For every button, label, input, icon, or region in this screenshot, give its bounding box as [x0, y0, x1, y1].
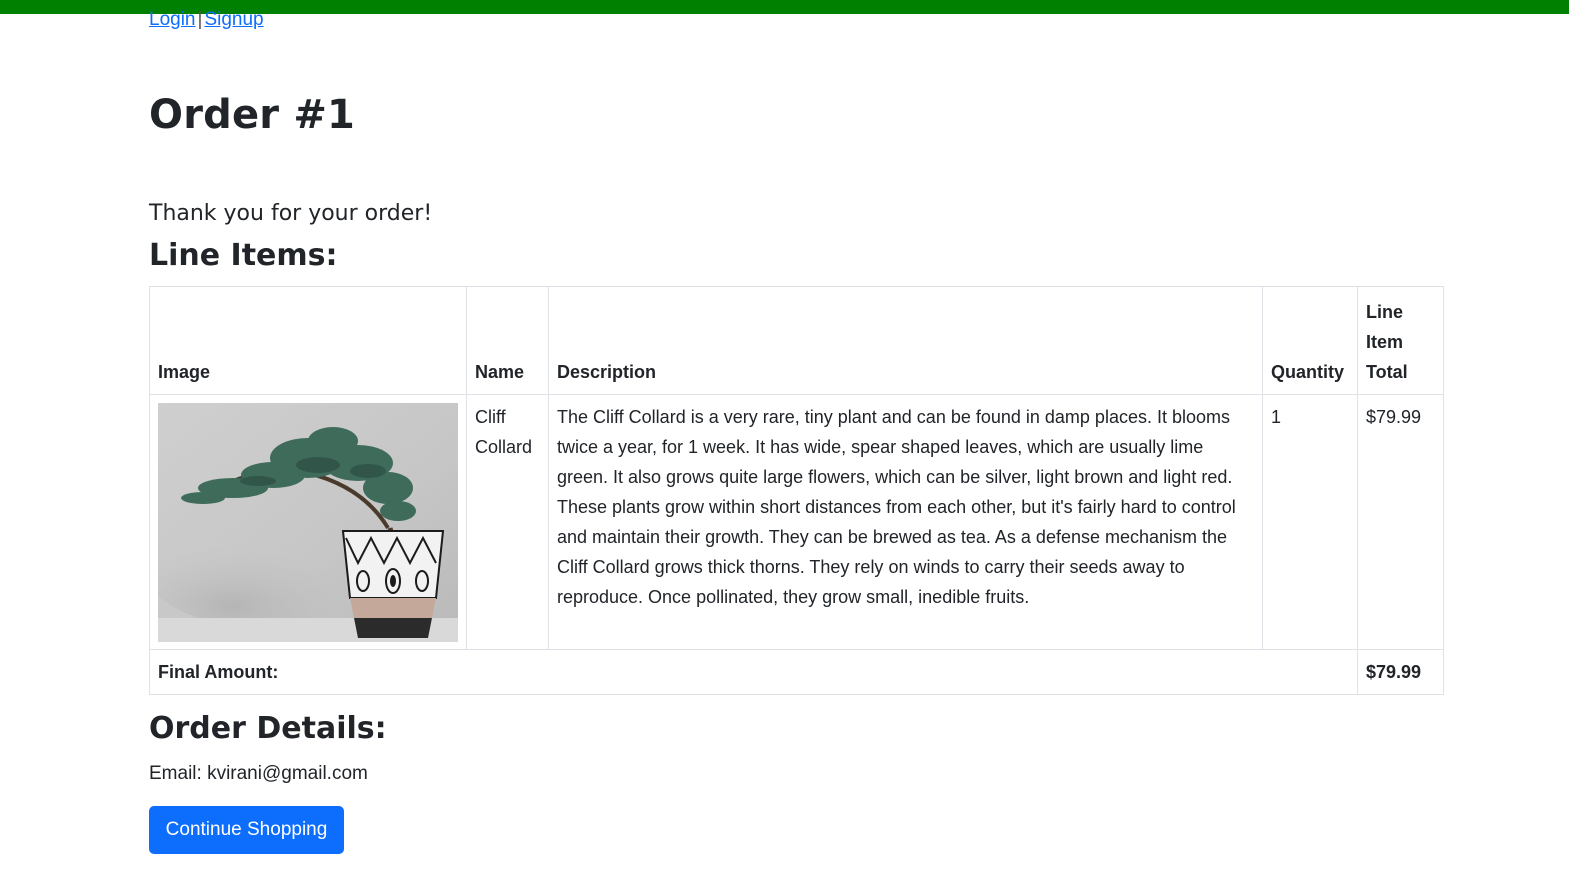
column-header-line-item-total: Line Item Total: [1357, 286, 1444, 395]
thank-you-message: Thank you for your order!: [149, 201, 433, 226]
table-row: Cliff Collard The Cliff Collard is a ver…: [149, 394, 1444, 650]
final-amount-value: $79.99: [1357, 649, 1444, 695]
continue-shopping-button[interactable]: Continue Shopping: [149, 806, 344, 854]
cell-description: The Cliff Collard is a very rare, tiny p…: [547, 394, 1264, 650]
auth-links: Login | Signup: [149, 9, 264, 31]
login-link[interactable]: Login: [149, 9, 196, 30]
column-header-name: Name: [466, 286, 549, 395]
column-header-quantity: Quantity: [1262, 286, 1358, 395]
table-header-row: Image Name Description Quantity Line Ite…: [149, 286, 1444, 395]
line-items-table: Image Name Description Quantity Line Ite…: [149, 286, 1444, 695]
final-amount-label: Final Amount:: [149, 649, 1358, 695]
cell-line-item-total: $79.99: [1357, 394, 1444, 650]
cell-quantity: 1: [1262, 394, 1358, 650]
page-title: Order #1: [149, 92, 356, 138]
column-header-image: Image: [149, 286, 467, 395]
order-details-heading: Order Details:: [149, 711, 387, 746]
signup-link[interactable]: Signup: [204, 9, 263, 30]
final-amount-row: Final Amount: $79.99: [149, 649, 1444, 695]
bonsai-plant-image: [158, 403, 458, 642]
column-header-description: Description: [547, 286, 1264, 395]
order-email: Email: kvirani@gmail.com: [149, 763, 368, 784]
cell-name: Cliff Collard: [466, 394, 549, 650]
cell-image: [149, 394, 467, 650]
line-items-heading: Line Items:: [149, 238, 338, 273]
